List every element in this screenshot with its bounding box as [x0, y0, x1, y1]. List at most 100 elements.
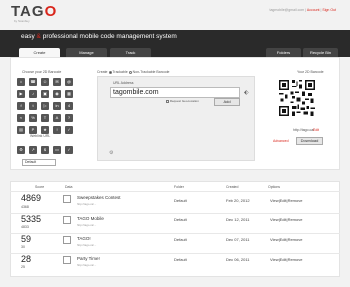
- sms-icon[interactable]: ✉: [53, 78, 61, 86]
- store-icon[interactable]: ▭: [53, 146, 61, 154]
- row-url: http://tago.ca/...: [77, 243, 97, 247]
- row-subscore: 4368: [21, 205, 29, 209]
- url-input[interactable]: tagombile.com: [110, 87, 240, 98]
- row-title[interactable]: TAGO!: [77, 236, 91, 241]
- linkedin-icon[interactable]: in: [53, 102, 61, 110]
- share-icon[interactable]: ↗: [29, 146, 37, 154]
- row-options[interactable]: View|Edit|Remove: [270, 257, 302, 262]
- row-url: http://tago.ca/...: [77, 202, 97, 206]
- weblink-icon[interactable]: ⌂: [17, 78, 25, 86]
- twitter-icon[interactable]: t: [29, 102, 37, 110]
- your-barcode-label: Your 2D Barcode: [297, 70, 324, 74]
- row-options[interactable]: View|Edit|Remove: [270, 237, 302, 242]
- row-score: 59: [21, 234, 32, 244]
- tab-manage[interactable]: Manage: [66, 48, 107, 57]
- email-icon[interactable]: @: [65, 78, 73, 86]
- check-icon[interactable]: ✓: [65, 126, 73, 134]
- youtube-icon[interactable]: ▷: [41, 102, 49, 110]
- row-options[interactable]: View|Edit|Remove: [270, 217, 302, 222]
- verified-icon[interactable]: ✓: [65, 146, 73, 154]
- row-folder: Default: [174, 257, 187, 262]
- row-created: Dec 12, 2011: [226, 217, 250, 222]
- row-created: Dec 07, 2011: [226, 237, 250, 242]
- non-trackable-radio[interactable]: [128, 70, 132, 74]
- choose-barcode-label: Choose your 2D Barcode: [22, 70, 62, 74]
- text-icon[interactable]: T: [41, 114, 49, 122]
- row-thumbnail[interactable]: [63, 256, 71, 264]
- row-thumbnail[interactable]: [63, 236, 71, 244]
- folder-select[interactable]: Default: [22, 159, 56, 166]
- row-thumbnail[interactable]: [63, 195, 71, 203]
- weblink-label: Weblink URL: [30, 134, 51, 138]
- row-title[interactable]: Party Time!: [77, 256, 100, 261]
- url-label: URL Address: [113, 81, 134, 85]
- survey-icon[interactable]: ?: [65, 114, 73, 122]
- row-score: 4869: [21, 193, 42, 203]
- row-folder: Default: [174, 237, 187, 242]
- tab-create[interactable]: Create: [19, 48, 60, 57]
- video-icon[interactable]: ▶: [17, 90, 25, 98]
- row-score: 28: [21, 254, 32, 264]
- trackable-options: Create Trackable Non-Trackable Barcode: [97, 70, 169, 74]
- row-title[interactable]: TAGO Mobile: [77, 216, 104, 221]
- user-email: tagmobile@gmail.com: [269, 8, 305, 12]
- qr-code: [279, 80, 315, 116]
- phone-icon[interactable]: ☎: [29, 78, 37, 86]
- music-icon[interactable]: ♪: [29, 90, 37, 98]
- user-links: tagmobile@gmail.com | Account | Sign Out: [269, 8, 337, 12]
- bookmark-icon[interactable]: ★: [41, 126, 49, 134]
- row-thumbnail[interactable]: [63, 216, 71, 224]
- geo-location-label: Request Geo-location: [169, 99, 199, 103]
- tab-track[interactable]: Track: [110, 48, 151, 57]
- row-title[interactable]: Sweepstakes Contest: [77, 195, 121, 200]
- download-button[interactable]: Download: [296, 137, 323, 145]
- account-link[interactable]: Account: [307, 8, 320, 12]
- create-label: Create: [97, 70, 108, 74]
- tab-folders[interactable]: Folders: [266, 48, 301, 57]
- settings-icon[interactable]: ⚙: [17, 146, 25, 154]
- tago-logo[interactable]: TAGO: [11, 3, 57, 20]
- page: TAGO by Scanbuy tagmobile@gmail.com | Ac…: [0, 0, 350, 287]
- column-header-created[interactable]: Created: [226, 185, 238, 189]
- row-created: Dec 06, 2011: [226, 257, 250, 262]
- column-header-score[interactable]: Score: [35, 185, 44, 189]
- row-subscore: 4833: [21, 225, 29, 229]
- app-icon[interactable]: A: [53, 114, 61, 122]
- row-options[interactable]: View|Edit|Remove: [270, 198, 302, 203]
- row-score: 5335: [21, 214, 42, 224]
- column-header-folder[interactable]: Folder: [174, 185, 184, 189]
- sign-out-link[interactable]: Sign Out: [322, 8, 336, 12]
- payment-icon[interactable]: $: [41, 146, 49, 154]
- non-trackable-label: Non-Trackable Barcode: [132, 70, 170, 74]
- logo-subtitle: by Scanbuy: [14, 19, 30, 23]
- geo-location-option: Request Geo-location: [166, 99, 199, 103]
- row-folder: Default: [174, 198, 187, 203]
- row-subscore: 25: [21, 265, 25, 269]
- pdf-icon[interactable]: P: [29, 126, 37, 134]
- gear-icon[interactable]: ⚙: [109, 150, 113, 156]
- tag-icon[interactable]: ⬖: [244, 89, 249, 96]
- column-header-options[interactable]: Options: [268, 185, 280, 189]
- edit-link[interactable]: Edit: [313, 128, 319, 132]
- contact-icon[interactable]: ☺: [41, 78, 49, 86]
- event-icon[interactable]: !: [53, 126, 61, 134]
- calendar-icon[interactable]: ▦: [65, 90, 73, 98]
- advanced-link[interactable]: Advanced: [273, 139, 289, 143]
- tab-recycle-bin[interactable]: Recycle Bin: [303, 48, 338, 57]
- geo-location-checkbox[interactable]: [166, 99, 169, 103]
- tag-url: http://tago.ca/: [293, 128, 315, 132]
- wifi-icon[interactable]: ≈: [17, 114, 25, 122]
- row-url: http://tago.ca/...: [77, 223, 97, 227]
- add-button[interactable]: Add: [214, 98, 240, 106]
- row-folder: Default: [174, 217, 187, 222]
- trackable-label: Trackable: [112, 70, 128, 74]
- row-subscore: 30: [21, 245, 25, 249]
- picture-icon[interactable]: ▣: [41, 90, 49, 98]
- coupon-icon[interactable]: %: [29, 114, 37, 122]
- foursquare-icon[interactable]: 4: [65, 102, 73, 110]
- file-icon[interactable]: ▤: [17, 126, 25, 134]
- column-header-data[interactable]: Data: [65, 185, 72, 189]
- facebook-icon[interactable]: f: [17, 102, 25, 110]
- tagline: easy & professional mobile code manageme…: [21, 33, 177, 40]
- map-icon[interactable]: ◉: [53, 90, 61, 98]
